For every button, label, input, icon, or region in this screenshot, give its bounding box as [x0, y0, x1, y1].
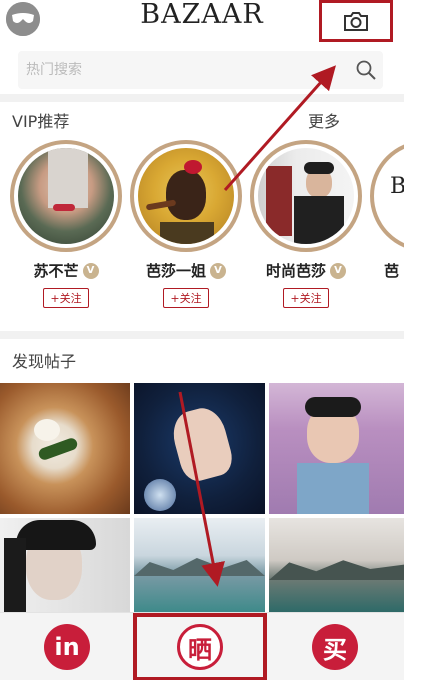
posts-section-title: 发现帖子 [12, 352, 77, 371]
right-margin [404, 0, 421, 680]
avatar[interactable] [130, 140, 242, 252]
avatar[interactable]: B [370, 140, 404, 252]
avatar[interactable] [250, 140, 362, 252]
post-image[interactable] [269, 383, 404, 514]
post-image[interactable] [0, 383, 130, 514]
follow-button[interactable]: +关注 [43, 288, 89, 308]
verified-badge: V [330, 262, 346, 279]
shop-icon: 买 [312, 624, 358, 670]
search-input[interactable] [26, 51, 346, 89]
search-icon[interactable] [355, 59, 377, 81]
camera-button[interactable] [319, 0, 393, 42]
vip-card[interactable]: 芭莎一姐 V +关注 [130, 140, 242, 320]
top-bar: BAZAAR [0, 0, 404, 44]
vip-card[interactable]: 时尚芭莎 V +关注 [250, 140, 362, 320]
verified-badge: V [82, 262, 99, 279]
follow-button[interactable]: +关注 [163, 288, 209, 308]
post-image[interactable] [0, 518, 130, 612]
camera-icon [344, 12, 368, 31]
tab-home[interactable]: in [0, 613, 134, 680]
tab-shop[interactable]: 买 [268, 613, 402, 680]
vip-section-title: VIP推荐 [12, 112, 70, 131]
bottom-tab-bar: in 晒 买 [0, 612, 404, 680]
more-link[interactable]: 更多 [308, 108, 340, 132]
share-icon: 晒 [177, 624, 223, 670]
post-image[interactable] [134, 383, 265, 514]
vip-name: 苏不芒 V [10, 260, 122, 281]
vip-card[interactable]: B 芭 [370, 140, 404, 320]
avatar[interactable] [10, 140, 122, 252]
post-image[interactable] [269, 518, 404, 612]
tab-share[interactable]: 晒 [133, 613, 267, 680]
follow-button[interactable]: +关注 [283, 288, 329, 308]
divider [0, 94, 404, 102]
vip-name: 时尚芭莎 V [250, 260, 362, 281]
search-bar [18, 51, 383, 89]
vip-name: 芭莎一姐 V [130, 260, 242, 281]
post-image[interactable] [134, 518, 265, 612]
in-icon: in [44, 624, 90, 670]
divider [0, 331, 404, 339]
vip-card[interactable]: 苏不芒 V +关注 [10, 140, 122, 320]
verified-badge: V [210, 262, 226, 279]
vip-name: 芭 [384, 262, 400, 280]
